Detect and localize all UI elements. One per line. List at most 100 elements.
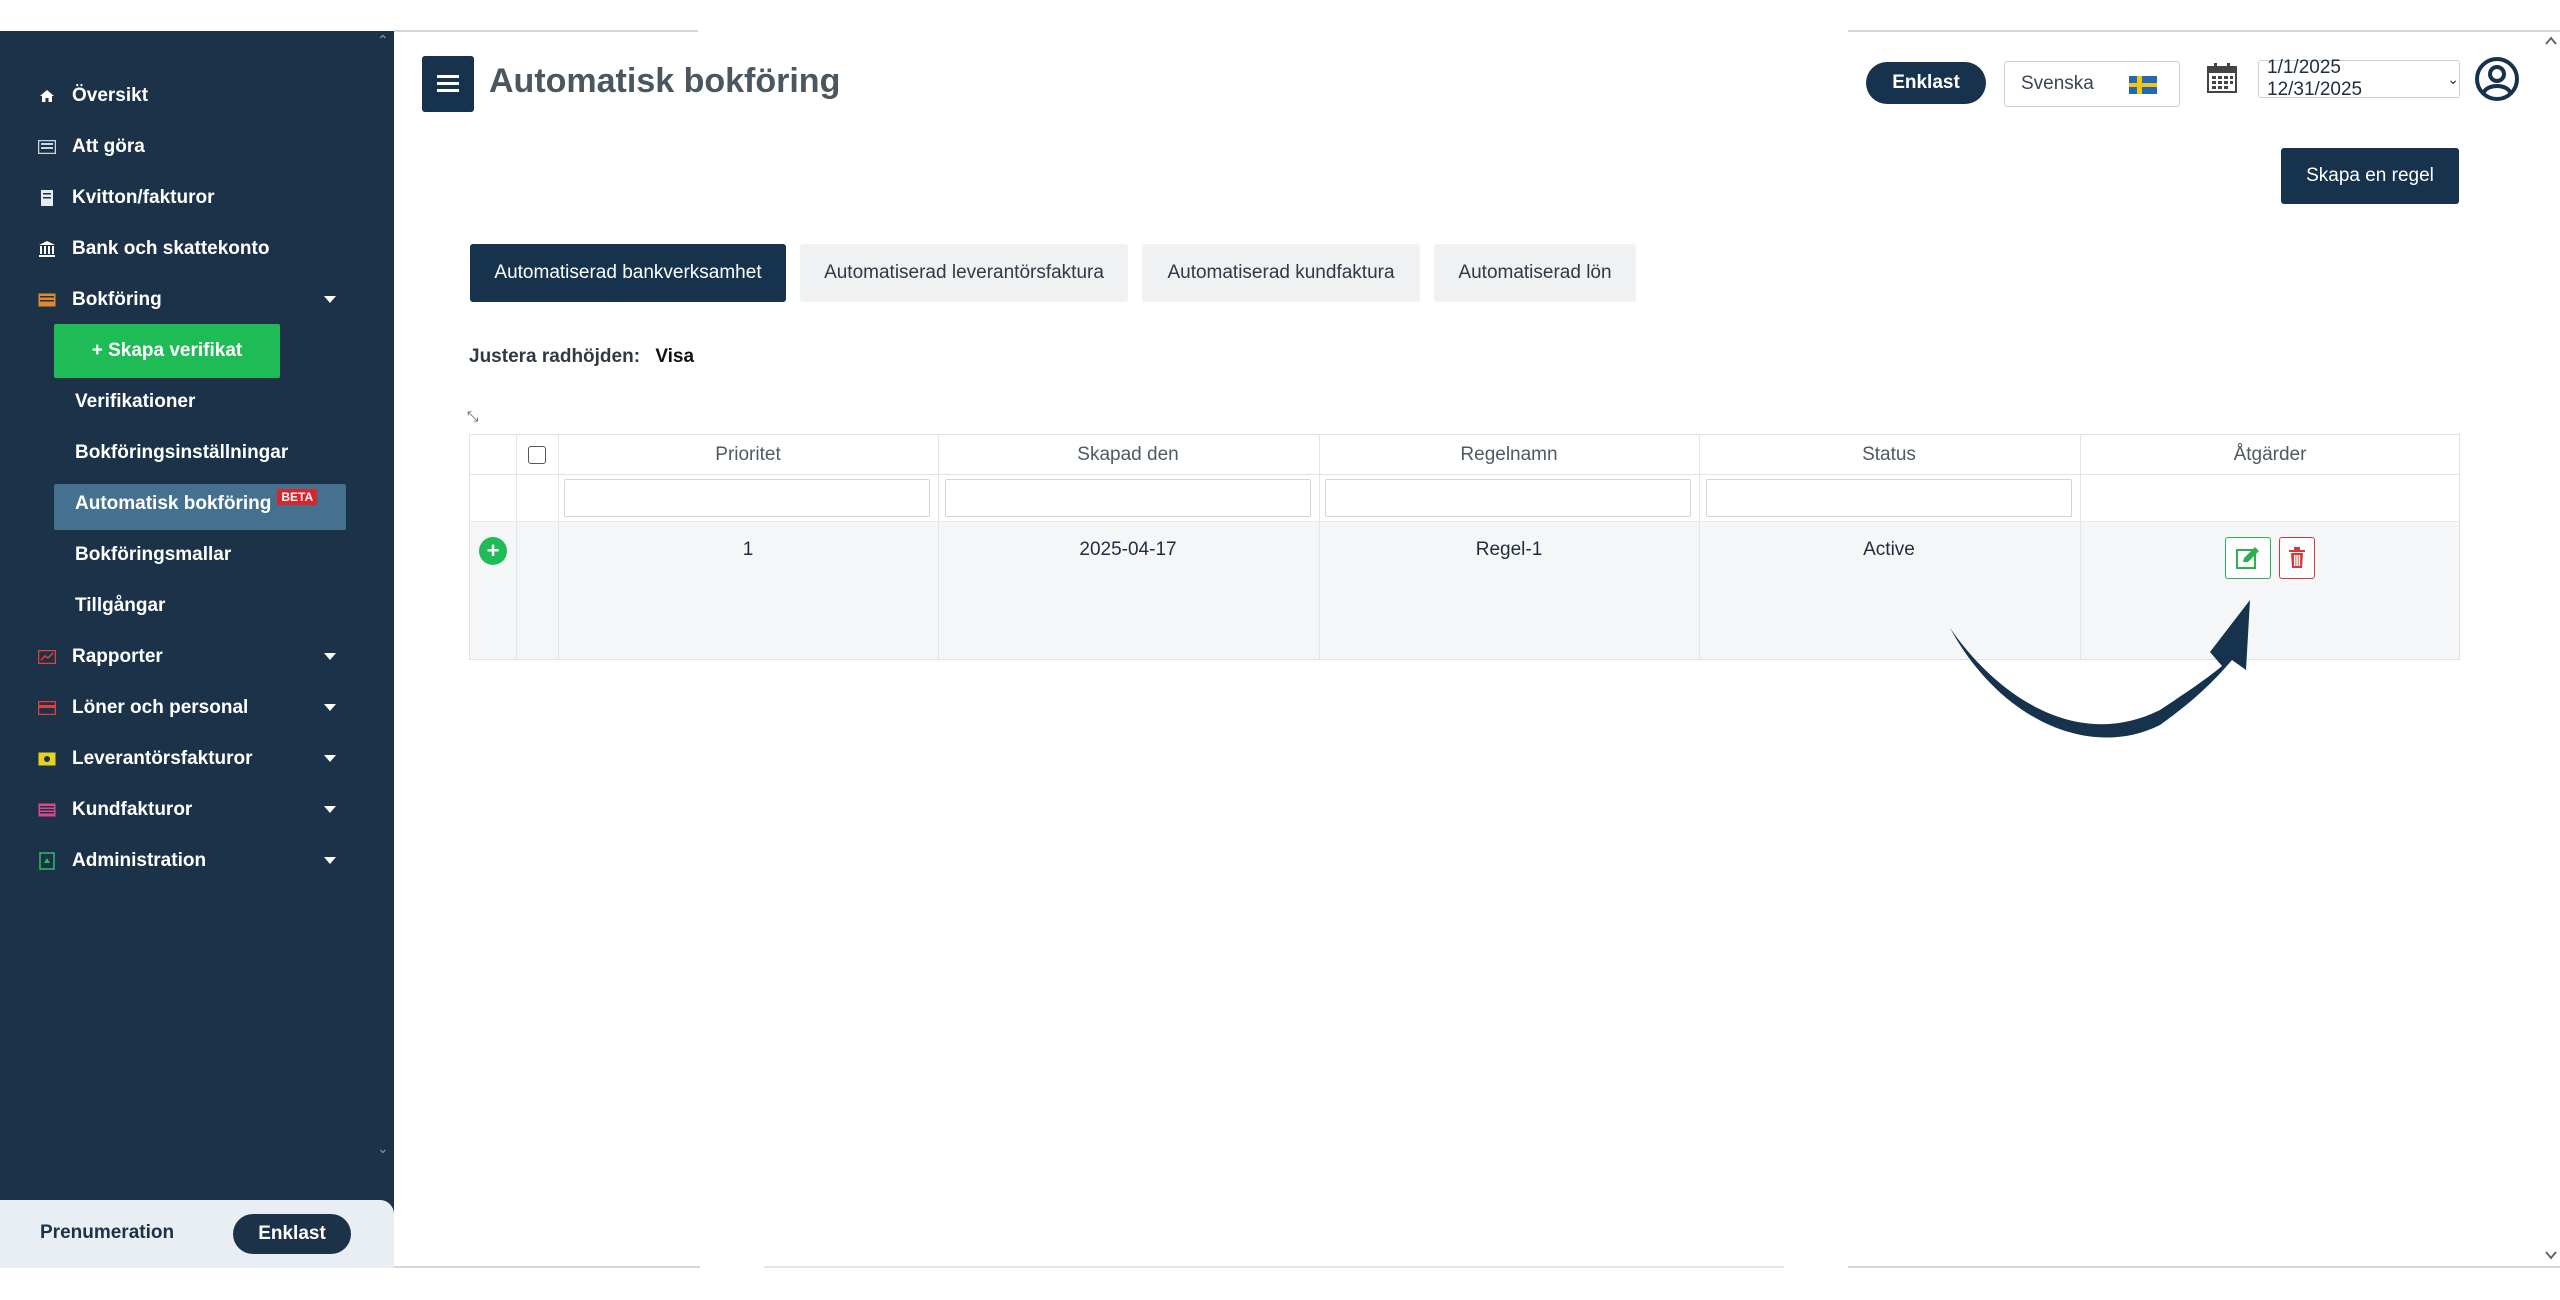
chevron-down-icon — [324, 653, 336, 660]
bank-icon — [36, 238, 58, 260]
sidebar-item-label: Översikt — [72, 85, 149, 106]
top-divider-right — [1848, 30, 2560, 32]
expand-row-icon[interactable]: + — [479, 537, 507, 565]
chevron-down-icon — [324, 806, 336, 813]
column-header-regelnamn[interactable]: Regelnamn — [1319, 435, 1699, 475]
chart-icon — [36, 646, 58, 668]
bottom-divider-left — [394, 1266, 700, 1268]
column-divider — [516, 435, 517, 659]
sidebar-item-administration[interactable]: Administration — [36, 841, 346, 881]
sidebar-item-label: Kundfakturor — [72, 799, 193, 820]
column-header-skapad-den[interactable]: Skapad den — [938, 435, 1318, 475]
bottom-divider-right — [1848, 1266, 2560, 1268]
customer-invoice-icon — [36, 799, 58, 821]
filter-input-prioritet[interactable] — [564, 479, 930, 517]
sidebar-subitem-bokforingsmallar[interactable]: Bokföringsmallar — [75, 535, 231, 575]
sidebar-subitem-label: Bokföringsmallar — [75, 544, 232, 565]
sidebar-item-leverantorsfakturor[interactable]: Leverantörsfakturor — [36, 739, 346, 779]
sidebar-item-label: Löner och personal — [72, 697, 249, 718]
swedish-flag-icon — [2129, 76, 2157, 94]
delete-button[interactable] — [2279, 537, 2315, 579]
sidebar-item-rapporter[interactable]: Rapporter — [36, 637, 346, 677]
todo-icon — [36, 136, 58, 158]
sidebar-item-att-gora[interactable]: Att göra — [36, 127, 346, 167]
language-select[interactable]: Svenska — [2004, 61, 2180, 107]
filter-input-skapad-den[interactable] — [945, 479, 1311, 517]
sidebar-item-label: Kvitton/fakturor — [72, 187, 215, 208]
user-avatar-icon[interactable] — [2474, 56, 2520, 102]
chevron-down-icon — [324, 755, 336, 762]
page-title: Automatisk bokföring — [489, 62, 841, 100]
pointer-arrow-icon — [1950, 600, 2250, 738]
sidebar-item-label: Rapporter — [72, 646, 163, 667]
page-scrollbar[interactable] — [2542, 30, 2560, 1270]
sidebar-subitem-label: Automatisk bokföring — [75, 493, 272, 514]
mode-toggle-button[interactable]: Enklast — [1866, 62, 1986, 104]
sidebar-scroll-down-icon[interactable]: ⌄ — [377, 1140, 389, 1157]
subscription-label: Prenumeration — [40, 1222, 175, 1243]
filter-input-status[interactable] — [1706, 479, 2072, 517]
cell-regelnamn: Regel-1 — [1475, 539, 1543, 560]
chevron-down-icon — [324, 296, 336, 303]
tab-automatiserad-kundfaktura[interactable]: Automatiserad kundfaktura — [1142, 244, 1420, 302]
sidebar-item-bank[interactable]: Bank och skattekonto — [36, 229, 346, 269]
row-height-control: Justera radhöjden: Visa — [469, 346, 694, 368]
sidebar-item-label: Administration — [72, 850, 207, 871]
trash-icon — [2289, 547, 2305, 568]
chevron-down-icon — [324, 857, 336, 864]
sidebar-item-kundfakturor[interactable]: Kundfakturor — [36, 790, 346, 830]
edit-icon — [2236, 547, 2259, 569]
ledger-icon — [36, 289, 58, 311]
menu-toggle-button[interactable] — [422, 56, 474, 112]
sidebar-subitem-bokforingsinstallningar[interactable]: Bokföringsinställningar — [75, 433, 288, 473]
bottom-divider-middle — [764, 1266, 1784, 1268]
table-header: Prioritet Skapad den Regelnamn Status Åt… — [470, 435, 2459, 475]
sidebar-item-label: Att göra — [72, 136, 145, 157]
date-range-select[interactable]: 1/1/2025 12/31/2025 ⌄ — [2258, 57, 2460, 100]
select-all-checkbox[interactable] — [528, 446, 546, 464]
sidebar-item-oversikt[interactable]: Översikt — [36, 76, 346, 116]
filter-input-regelnamn[interactable] — [1325, 479, 1691, 517]
create-voucher-button[interactable]: + Skapa verifikat — [54, 324, 280, 378]
home-icon — [36, 85, 58, 107]
sidebar-item-label: Bank och skattekonto — [72, 238, 270, 259]
sidebar-subitem-label: Verifikationer — [75, 391, 196, 412]
cell-status: Active — [1863, 539, 1915, 560]
sidebar-item-bokforing[interactable]: Bokföring — [36, 280, 346, 320]
plan-button[interactable]: Enklast — [233, 1214, 351, 1254]
tab-automatiserad-bankverksamhet[interactable]: Automatiserad bankverksamhet — [470, 244, 786, 302]
sidebar-item-kvitton[interactable]: Kvitton/fakturor — [36, 178, 346, 218]
row-height-label: Justera radhöjden: — [469, 346, 641, 367]
sidebar-subitem-label: Bokföringsinställningar — [75, 442, 289, 463]
beta-badge: BETA — [277, 489, 318, 505]
sidebar-subitem-automatisk-bokforing[interactable]: Automatisk bokföring BETA — [75, 484, 318, 524]
hamburger-icon — [437, 75, 459, 93]
language-label: Svenska — [2021, 73, 2094, 94]
edit-button[interactable] — [2225, 537, 2271, 579]
create-rule-button[interactable]: Skapa en regel — [2281, 148, 2459, 204]
sidebar-item-label: Bokföring — [72, 289, 162, 310]
row-height-toggle[interactable]: Visa — [655, 346, 694, 367]
sidebar-item-label: Leverantörsfakturor — [72, 748, 253, 769]
column-header-status[interactable]: Status — [1699, 435, 2079, 475]
cell-prioritet: 1 — [742, 539, 754, 560]
top-divider-left — [394, 30, 698, 32]
date-range-value: 1/1/2025 12/31/2025 — [2267, 57, 2363, 100]
sidebar-subitem-label: Tillgångar — [75, 595, 166, 616]
column-header-prioritet[interactable]: Prioritet — [558, 435, 938, 475]
cell-skapad-den: 2025-04-17 — [1079, 539, 1177, 560]
receipt-icon — [36, 187, 58, 209]
chevron-down-icon: ⌄ — [2447, 70, 2459, 87]
tab-automatiserad-lon[interactable]: Automatiserad lön — [1434, 244, 1636, 302]
payroll-icon — [36, 697, 58, 719]
column-header-atgarder: Åtgärder — [2233, 444, 2307, 465]
subscription-footer: Prenumeration Enklast — [0, 1200, 394, 1268]
sidebar-subitem-verifikationer[interactable]: Verifikationer — [75, 382, 195, 422]
sidebar-item-loner[interactable]: Löner och personal — [36, 688, 346, 728]
sidebar-subitem-tillgangar[interactable]: Tillgångar — [75, 586, 165, 626]
chevron-down-icon — [324, 704, 336, 711]
collapse-icon[interactable]: ⤡ — [467, 408, 478, 425]
calendar-icon[interactable] — [2206, 62, 2238, 94]
tab-automatiserad-leverantorsfaktura[interactable]: Automatiserad leverantörsfaktura — [800, 244, 1128, 302]
sidebar-scroll-up-icon[interactable]: ⌃ — [377, 32, 389, 49]
